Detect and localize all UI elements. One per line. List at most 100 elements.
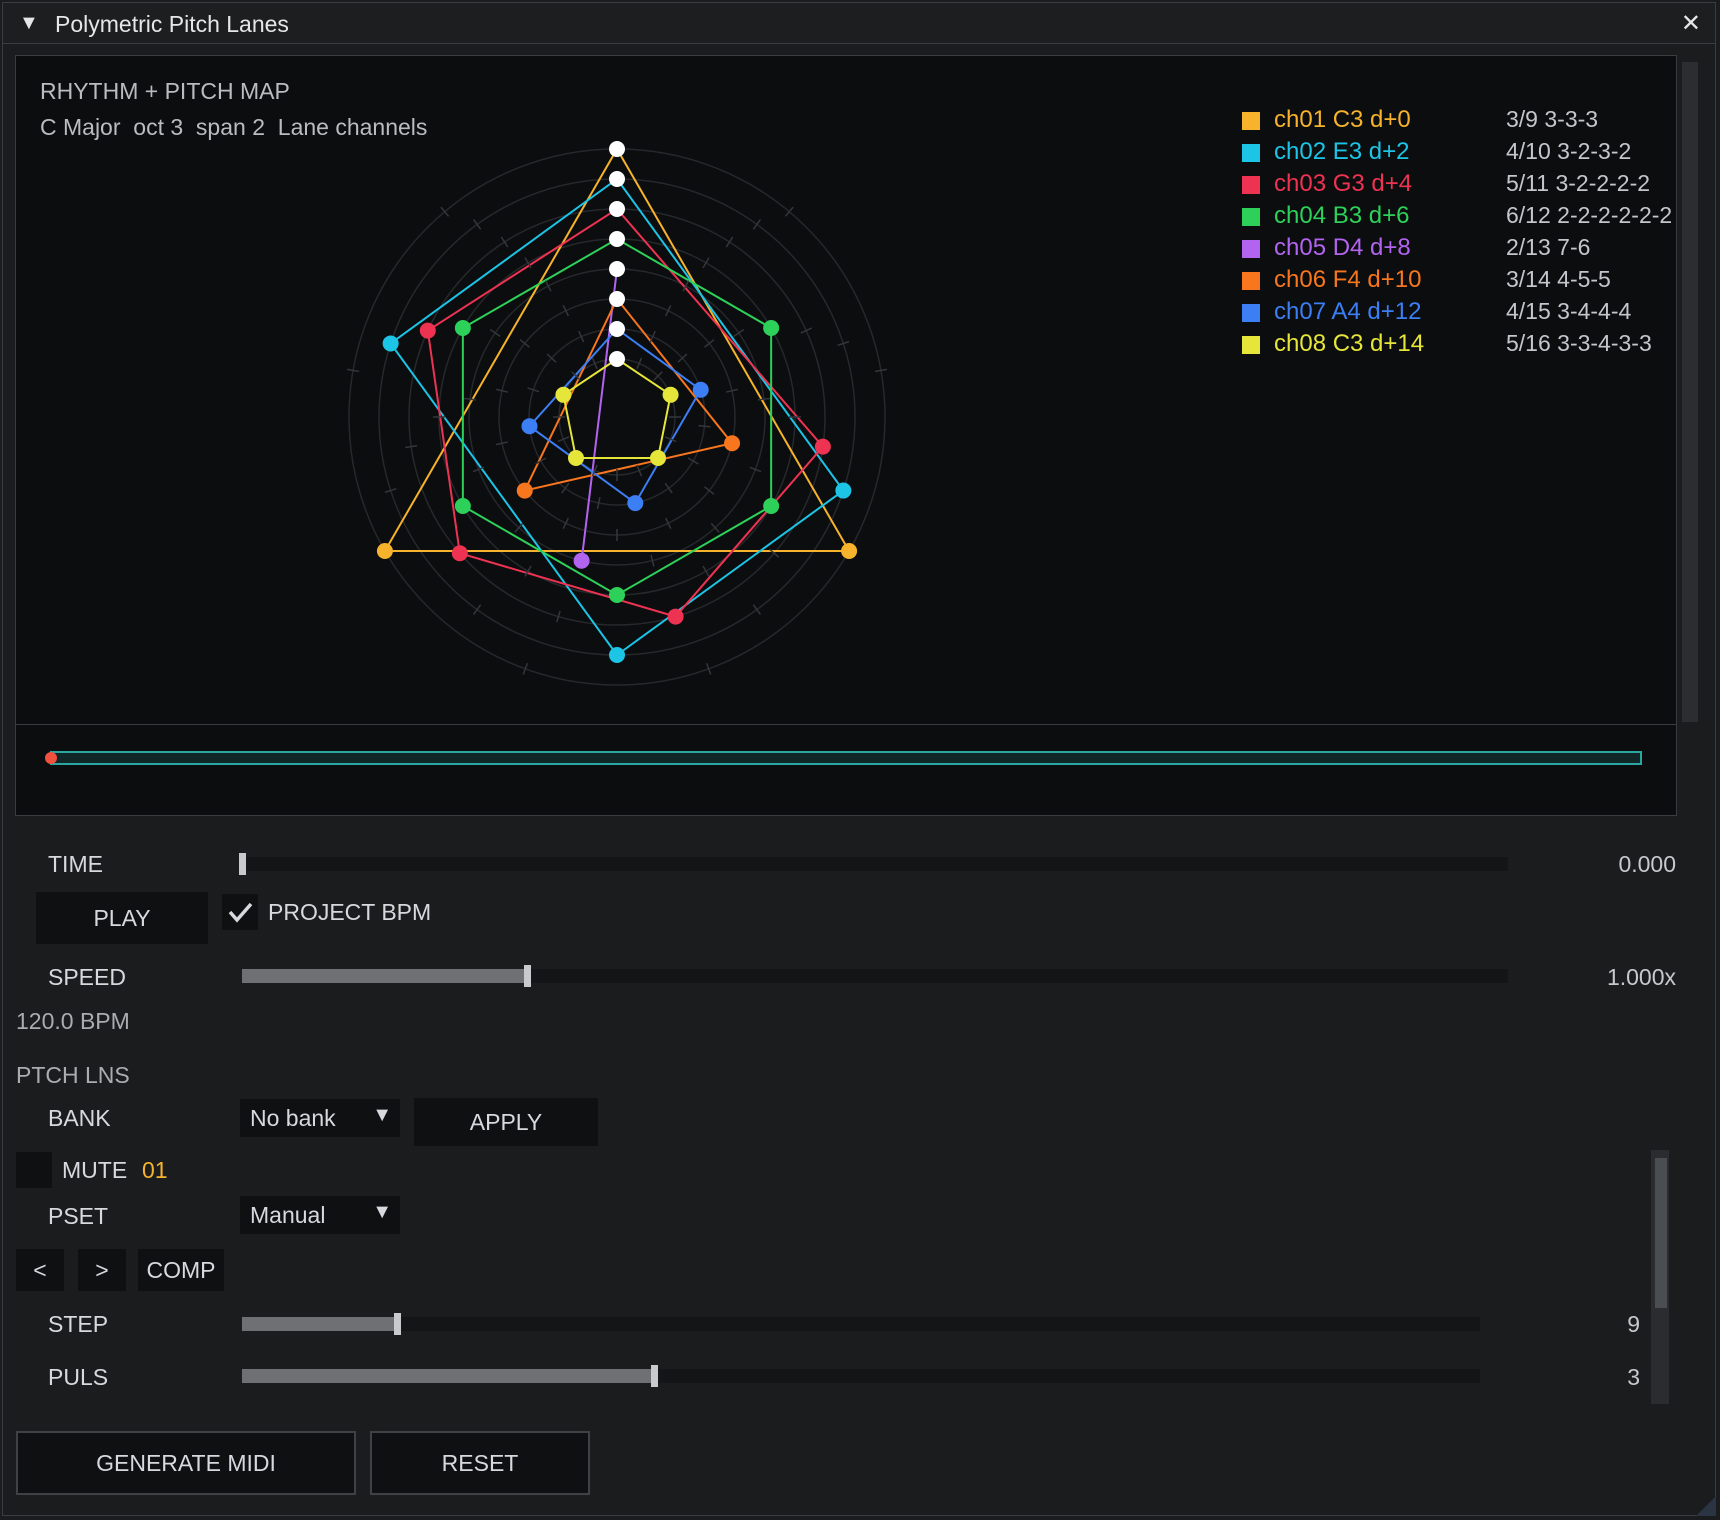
timeline[interactable]: [15, 724, 1677, 816]
step-tick: [704, 486, 715, 495]
legend-pattern: 2/13 7-6: [1506, 234, 1591, 260]
lane-scrollbar-thumb[interactable]: [1655, 1158, 1667, 1308]
step-tick: [472, 604, 482, 615]
viz-title: RHYTHM + PITCH MAP: [40, 78, 290, 104]
playhead[interactable]: [45, 752, 57, 764]
step-slider[interactable]: [242, 1313, 1480, 1335]
lane-downbeat-dot: [609, 171, 625, 187]
play-button[interactable]: PLAY: [36, 892, 208, 944]
radar-ring: [378, 178, 856, 656]
step-tick: [664, 482, 673, 494]
step-tick: [752, 604, 762, 615]
time-label: TIME: [48, 851, 103, 877]
lane-onset-dot: [454, 320, 471, 336]
collapse-arrow-icon[interactable]: ▼: [19, 12, 39, 35]
close-icon[interactable]: ✕: [1681, 9, 1701, 38]
lane-onset-dot: [555, 386, 572, 403]
viz-scrollbar[interactable]: [1682, 62, 1698, 722]
speed-slider-thumb[interactable]: [524, 965, 531, 987]
lane-polygon: [580, 268, 618, 561]
step-value: 9: [1627, 1311, 1640, 1337]
legend-label: ch03 G3 d+4: [1274, 170, 1413, 197]
step-slider-thumb[interactable]: [394, 1313, 401, 1335]
step-tick: [874, 368, 887, 373]
lane-onset-dot: [627, 495, 644, 512]
step-tick: [687, 457, 699, 465]
lane-onset-dot: [419, 322, 436, 339]
generate-midi-button[interactable]: GENERATE MIDI: [16, 1431, 356, 1495]
pset-dropdown[interactable]: Manual ▼: [240, 1196, 400, 1234]
lane-downbeat-dot: [609, 201, 625, 217]
bank-dropdown[interactable]: No bank ▼: [240, 1099, 400, 1137]
lane-onset-dot: [376, 543, 393, 559]
time-slider-thumb[interactable]: [239, 853, 246, 875]
puls-label: PULS: [48, 1364, 109, 1390]
lane-onset-dot: [692, 381, 709, 398]
step-tick: [702, 257, 710, 269]
lane-onset-dot: [835, 482, 852, 499]
legend-label: ch05 D4 d+8: [1274, 234, 1411, 261]
prev-preset-button[interactable]: <: [16, 1249, 64, 1291]
lane-onset-dot: [567, 450, 584, 467]
lane-downbeat-dot: [609, 321, 625, 337]
lane-polygon: [562, 357, 672, 460]
legend-swatch: [1242, 272, 1260, 290]
legend-label: ch04 B3 d+6: [1274, 202, 1410, 229]
timeline-bar[interactable]: [50, 751, 1642, 765]
lane-onset-dot: [763, 498, 780, 514]
step-tick: [472, 219, 482, 230]
radar-ring: [468, 268, 766, 566]
time-slider[interactable]: [239, 853, 1508, 875]
rhythm-pitch-map: RHYTHM + PITCH MAP C Major oct 3 span 2 …: [15, 55, 1677, 725]
next-preset-button[interactable]: >: [78, 1249, 126, 1291]
lane-onset-dot: [382, 335, 399, 352]
mute-channel: 01: [142, 1157, 168, 1183]
lane-onset-dot: [662, 386, 679, 403]
legend-pattern: 5/16 3-3-4-3-3: [1506, 330, 1652, 356]
step-tick: [464, 397, 477, 401]
section-label: PTCH LNS: [16, 1062, 130, 1088]
apply-button[interactable]: APPLY: [414, 1098, 598, 1146]
lane-polygon: [389, 177, 845, 657]
lane-scrollbar[interactable]: [1651, 1150, 1669, 1404]
bank-label: BANK: [48, 1105, 111, 1131]
project-bpm-checkbox[interactable]: [222, 894, 258, 930]
legend-pattern: 4/10 3-2-3-2: [1506, 138, 1632, 164]
step-tick: [752, 219, 762, 230]
lane-onset-dot: [609, 587, 625, 603]
reset-button[interactable]: RESET: [370, 1431, 590, 1495]
comp-button[interactable]: COMP: [138, 1249, 224, 1291]
legend-label: ch08 C3 d+14: [1274, 330, 1425, 357]
time-value: 0.000: [1618, 851, 1676, 877]
speed-slider[interactable]: [242, 965, 1508, 987]
lane-onset-dot: [650, 450, 667, 467]
step-tick: [562, 304, 570, 317]
bank-dropdown-value: No bank: [250, 1105, 336, 1131]
mute-checkbox[interactable]: [16, 1152, 52, 1188]
legend-swatch: [1242, 112, 1260, 130]
step-tick: [664, 517, 672, 530]
legend-label: ch06 F4 d+10: [1274, 266, 1422, 293]
viz-scrollbar-thumb[interactable]: [1682, 62, 1698, 722]
step-tick: [405, 445, 418, 449]
resize-grip-icon[interactable]: [1696, 1496, 1716, 1516]
lane-downbeat-dot: [609, 351, 625, 367]
legend-swatch: [1242, 208, 1260, 226]
lane-downbeat-dot: [609, 141, 625, 157]
legend-pattern: 3/14 4-5-5: [1506, 266, 1611, 292]
legend-swatch: [1242, 304, 1260, 322]
step-tick: [347, 368, 360, 373]
step-tick: [519, 339, 530, 348]
legend-swatch: [1242, 144, 1260, 162]
lane-onset-dot: [573, 552, 590, 569]
step-tick: [698, 424, 711, 428]
radar-plot: [347, 141, 887, 686]
legend-pattern: 3/9 3-3-3: [1506, 106, 1599, 132]
puls-slider-thumb[interactable]: [651, 1365, 658, 1387]
lane-settings-panel: [15, 1150, 1651, 1404]
puls-slider[interactable]: [242, 1365, 1480, 1387]
lane-onset-dot: [814, 438, 831, 455]
lane-onset-dot: [451, 545, 468, 562]
project-bpm-label: PROJECT BPM: [268, 899, 432, 925]
step-tick: [500, 236, 509, 248]
